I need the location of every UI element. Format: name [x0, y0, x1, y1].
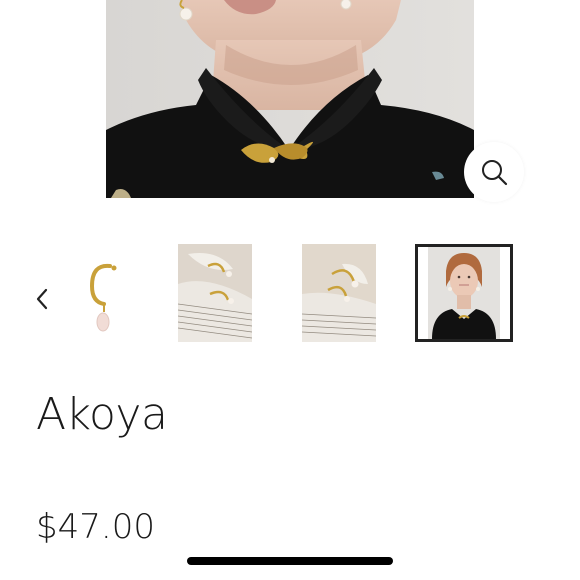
main-product-image[interactable] — [106, 0, 474, 198]
sheet-music-thumbnail-image — [178, 244, 252, 342]
chevron-left-icon — [36, 288, 48, 310]
product-price: $47.00 — [36, 507, 155, 547]
search-icon — [482, 160, 508, 186]
model-photo — [106, 0, 474, 198]
previous-thumbnail-button[interactable] — [30, 284, 56, 314]
product-title: Akoya — [36, 389, 168, 440]
earring-thumbnail-image — [66, 244, 140, 342]
thumbnail-earring[interactable] — [66, 244, 140, 342]
model-thumbnail-image — [418, 247, 510, 339]
closeup-thumbnail-image — [302, 244, 376, 342]
home-indicator[interactable] — [187, 557, 393, 565]
zoom-button[interactable] — [464, 142, 524, 202]
product-page: Akoya $47.00 — [0, 0, 580, 580]
thumbnail-model-portrait[interactable] — [415, 244, 513, 342]
thumbnail-sheet-music[interactable] — [178, 244, 252, 342]
thumbnail-closeup[interactable] — [302, 244, 376, 342]
